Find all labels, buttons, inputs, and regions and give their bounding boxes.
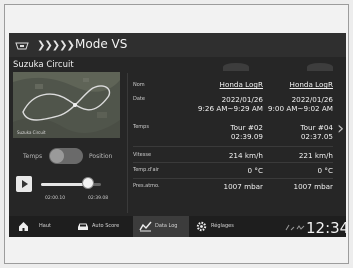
row-divider	[133, 162, 333, 163]
toggle-label-time: Temps	[23, 153, 43, 160]
playback-slider-thumb[interactable]	[81, 177, 94, 189]
air-temp-value: 0 °C	[247, 166, 263, 175]
nav-settings-label: Réglages	[211, 223, 234, 229]
play-icon	[22, 180, 28, 188]
nav-data-log[interactable]: Data Log	[133, 216, 189, 237]
car-icon	[78, 223, 88, 230]
chevron-right-icon: ❯❯❯❯❯	[37, 40, 75, 51]
home-icon	[19, 222, 28, 231]
air-temp-value: 0 °C	[317, 166, 333, 175]
honda-logo-icon	[15, 42, 29, 50]
lap-time: 02:37.05	[300, 132, 333, 141]
map-image	[13, 72, 120, 138]
toggle-label-position: Position	[89, 153, 113, 160]
playback-time-end: 02:39.08	[88, 196, 109, 201]
clock: 12:34	[306, 219, 346, 237]
time-position-toggle[interactable]	[49, 148, 83, 164]
playback-progress	[41, 183, 88, 186]
label-date: Date	[133, 96, 145, 102]
label-time: Temps	[133, 124, 149, 130]
map-label: Suzuka Circuit	[17, 130, 46, 135]
label-speed: Vitesse	[133, 152, 152, 158]
header-bar: ❯❯❯❯❯ Mode VS	[9, 33, 346, 57]
bottom-nav: Haut Auto Score Data Log Réglages 12:34	[9, 216, 346, 237]
app-screen: ❯❯❯❯❯ Mode VS Suzuka Circuit Suzuka Circ…	[9, 33, 346, 237]
toggle-knob	[50, 149, 64, 163]
speed-value: 214 km/h	[228, 151, 263, 160]
row-divider	[133, 178, 333, 179]
gear-icon	[196, 221, 207, 232]
label-pressure: Pres.atmo.	[133, 183, 160, 189]
label-air-temp: Temp.d'air	[133, 167, 159, 173]
panel-divider	[127, 73, 128, 213]
nav-home[interactable]: Haut	[9, 216, 71, 237]
label-name: Nom	[133, 82, 145, 88]
circuit-name: Suzuka Circuit	[13, 60, 74, 70]
data-log-icon	[139, 221, 152, 232]
lap-time: 02:39.09	[230, 132, 263, 141]
signal-status-icon	[285, 224, 305, 231]
nav-settings[interactable]: Réglages	[189, 216, 249, 237]
speed-value: 221 km/h	[298, 151, 333, 160]
session-name-link[interactable]: Honda LogR	[267, 81, 333, 89]
circuit-map[interactable]: Suzuka Circuit	[13, 72, 120, 138]
chevron-right-icon[interactable]: ›	[337, 118, 344, 139]
playback-time-start: 02:00.10	[45, 196, 66, 201]
nav-auto-score[interactable]: Auto Score	[71, 216, 133, 237]
session-name-link[interactable]: Honda LogR	[179, 81, 263, 89]
column-indicator	[307, 63, 333, 71]
lap-number: Tour #02	[230, 123, 263, 132]
play-button[interactable]	[16, 176, 32, 192]
column-indicator	[223, 63, 249, 71]
nav-data-log-label: Data Log	[155, 223, 178, 229]
page-title: Mode VS	[75, 37, 128, 51]
pressure-value: 1007 mbar	[223, 182, 264, 191]
session-date: 2022/01/26	[291, 95, 333, 104]
session-time-range: 9:26 AM~9:29 AM	[197, 104, 263, 113]
row-divider	[133, 146, 333, 147]
nav-auto-score-label: Auto Score	[92, 223, 120, 229]
session-date: 2022/01/26	[221, 95, 263, 104]
nav-home-label: Haut	[39, 223, 51, 229]
lap-number: Tour #04	[300, 123, 333, 132]
session-time-range: 9:00 AM~9:02 AM	[267, 104, 333, 113]
pressure-value: 1007 mbar	[293, 182, 334, 191]
